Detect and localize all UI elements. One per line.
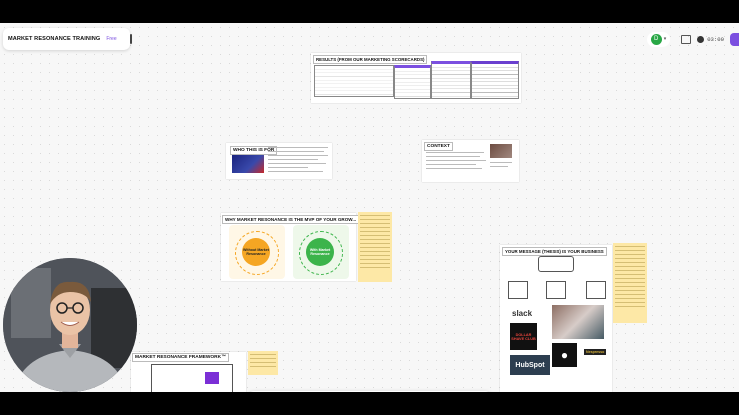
mvp-frame[interactable]: WHY MARKET RESONANCE IS THE MVP OF YOUR … bbox=[221, 213, 360, 281]
photo-thumbnail bbox=[552, 305, 604, 339]
mvp-sticky-note[interactable] bbox=[358, 212, 392, 282]
message-frame[interactable]: YOUR MESSAGE (THESIS) IS YOUR BUSINESS s… bbox=[500, 245, 612, 392]
framework-sticky-note[interactable] bbox=[248, 351, 278, 375]
camera-icon[interactable] bbox=[697, 35, 705, 43]
timer-readout[interactable]: 03:00 bbox=[707, 36, 724, 43]
results-frame-title: RESULTS (FROM OUR MARKETING SCORECARDS) bbox=[313, 55, 428, 64]
mvp-frame-title: WHY MARKET RESONANCE IS THE MVP OF YOUR … bbox=[222, 215, 360, 224]
without-diagram: Without Market Resonance bbox=[229, 225, 285, 279]
dollar-shave-club-logo: DOLLAR SHAVE CLUB bbox=[510, 323, 537, 350]
avatar[interactable]: D bbox=[650, 33, 662, 45]
pillar-box-1 bbox=[508, 281, 528, 299]
creation-toolbar: ➤ ✋ ✏ ⤴ T ▣ ▦ ☻ ◯ ✦ + bbox=[248, 391, 491, 392]
context-image bbox=[490, 144, 512, 158]
document-icon[interactable] bbox=[129, 34, 132, 44]
framework-frame-title: MARKET RESONANCE FRAMEWORK™ bbox=[132, 353, 229, 362]
framework-diagram bbox=[151, 364, 233, 392]
context-frame[interactable]: CONTEXT bbox=[422, 140, 519, 182]
present-icon[interactable] bbox=[681, 34, 692, 44]
scorecard-table-2 bbox=[394, 65, 431, 99]
board-header: MARKET RESONANCE TRAINING Free bbox=[3, 28, 132, 50]
scorecard-table-4 bbox=[471, 61, 519, 99]
presenter-webcam bbox=[3, 258, 137, 392]
who-image bbox=[232, 155, 264, 173]
with-diagram: With Market Resonance bbox=[293, 225, 349, 279]
scorecard-table-1 bbox=[314, 65, 394, 97]
results-frame[interactable]: RESULTS (FROM OUR MARKETING SCORECARDS) bbox=[311, 53, 521, 103]
framework-purple-box bbox=[205, 372, 219, 384]
chevron-down-icon[interactable]: ▾ bbox=[664, 36, 667, 42]
plan-badge[interactable]: Free bbox=[106, 36, 116, 42]
message-sticky-note[interactable] bbox=[613, 243, 647, 323]
pillar-box-3 bbox=[586, 281, 606, 299]
context-frame-title: CONTEXT bbox=[424, 142, 453, 151]
pillar-box-2 bbox=[546, 281, 566, 299]
thesis-hexagon bbox=[538, 256, 574, 272]
presenter-video bbox=[3, 258, 137, 392]
hubspot-logo: HubSpot bbox=[510, 355, 550, 375]
slack-logo: slack bbox=[512, 309, 533, 318]
apple-logo: ● bbox=[552, 343, 577, 367]
board-title[interactable]: MARKET RESONANCE TRAINING bbox=[8, 36, 100, 42]
collaborators-pill[interactable]: D ▾ bbox=[646, 31, 671, 47]
share-button[interactable] bbox=[730, 32, 739, 46]
scorecard-table-3 bbox=[431, 61, 471, 99]
nespresso-logo: Nespresso bbox=[584, 349, 607, 355]
message-frame-title: YOUR MESSAGE (THESIS) IS YOUR BUSINESS bbox=[502, 247, 607, 256]
framework-frame[interactable]: MARKET RESONANCE FRAMEWORK™ bbox=[131, 352, 246, 392]
who-frame[interactable]: WHO THIS IS FOR bbox=[226, 143, 332, 179]
top-right-controls: D ▾ 03:00 bbox=[646, 28, 739, 50]
